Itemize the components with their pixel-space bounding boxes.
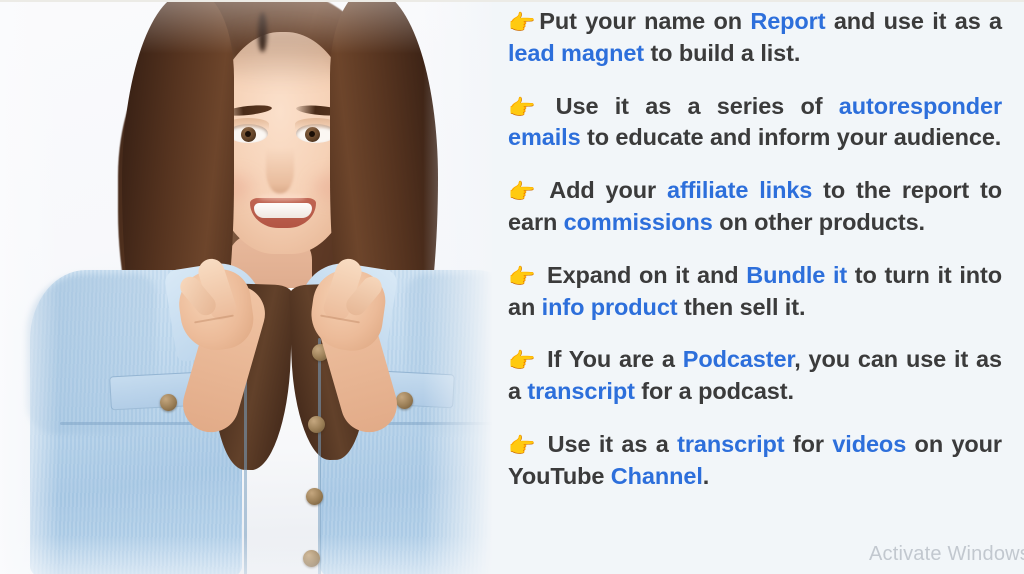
keyword-highlight: commissions [563,209,713,235]
bullet-text: If You are a [539,346,683,373]
bullet-item: 👉 Expand on it and Bundle it to turn it … [508,260,1002,323]
pupil-left [245,131,251,137]
bullet-text: Expand on it and [539,261,747,288]
bullet-text: for [784,430,833,457]
bullet-item: 👉 Use it as a transcript for videos on y… [508,429,1002,492]
shoulder-shade-left [26,274,156,434]
keyword-highlight: Bundle it [746,261,848,288]
pointing-right-hand-icon: 👉 [508,10,536,35]
bullet-text: then sell it. [677,293,806,320]
bullet-text: to educate and inform your audience. [580,124,1002,151]
lip-highlight [258,194,306,201]
bullet-text: Use it as a [539,430,678,457]
windows-activation-watermark: Activate Windows [868,543,1024,565]
pointing-right-hand-icon: 👉 [508,94,536,120]
pointing-right-hand-icon: 👉 [508,348,536,374]
slide-canvas: 👉 Put your name on Report and use it as a… [0,0,1024,574]
pointing-right-hand-icon: 👉 [508,263,536,289]
shoulder-shade-right [406,274,492,434]
keyword-highlight: Podcaster [682,346,795,373]
bullet-text: and use it as a [825,8,1002,34]
hair-part [258,12,267,52]
bullet-list: 👉 Put your name on Report and use it as a… [492,2,1024,574]
bullet-text: Use it as a series of [539,92,839,119]
jacket-seam-right [318,338,321,574]
pointing-right-hand-icon: 👉 [508,432,536,458]
bullet-item: 👉 Add your affiliate links to the report… [508,175,1002,238]
pointing-right-hand-icon: 👉 [508,179,536,205]
keyword-highlight: lead magnet [508,39,645,66]
presenter-photo [0,2,492,574]
bullet-item: 👉 Put your name on Report and use it as a… [508,6,1002,69]
bullet-text: Put your name on [539,8,751,34]
bullet-item: 👉 Use it as a series of autoresponder em… [508,91,1002,154]
pocket-button [396,392,413,409]
keyword-highlight: transcript [527,378,635,405]
keyword-highlight: transcript [677,430,785,457]
bullet-text: for a podcast. [634,378,794,405]
pocket-button [160,394,177,411]
jacket-button [308,416,325,433]
keyword-highlight: Report [750,8,826,34]
teeth [254,203,312,218]
keyword-highlight: info product [541,293,678,320]
jacket-chest-seam-left [60,422,210,425]
pupil-right [309,131,315,137]
bullet-item: 👉 If You are a Podcaster, you can use it… [508,344,1002,407]
jacket-button [306,488,323,505]
bullet-text: to build a list. [644,39,801,66]
keyword-highlight: Channel [610,462,703,489]
keyword-highlight: affiliate links [666,177,813,204]
nose [266,148,294,194]
keyword-highlight: videos [832,430,907,457]
jacket-button [303,550,320,567]
bullet-text: Add your [539,177,667,204]
bullet-text: . [702,462,710,489]
bullet-text: on other products. [712,209,925,235]
